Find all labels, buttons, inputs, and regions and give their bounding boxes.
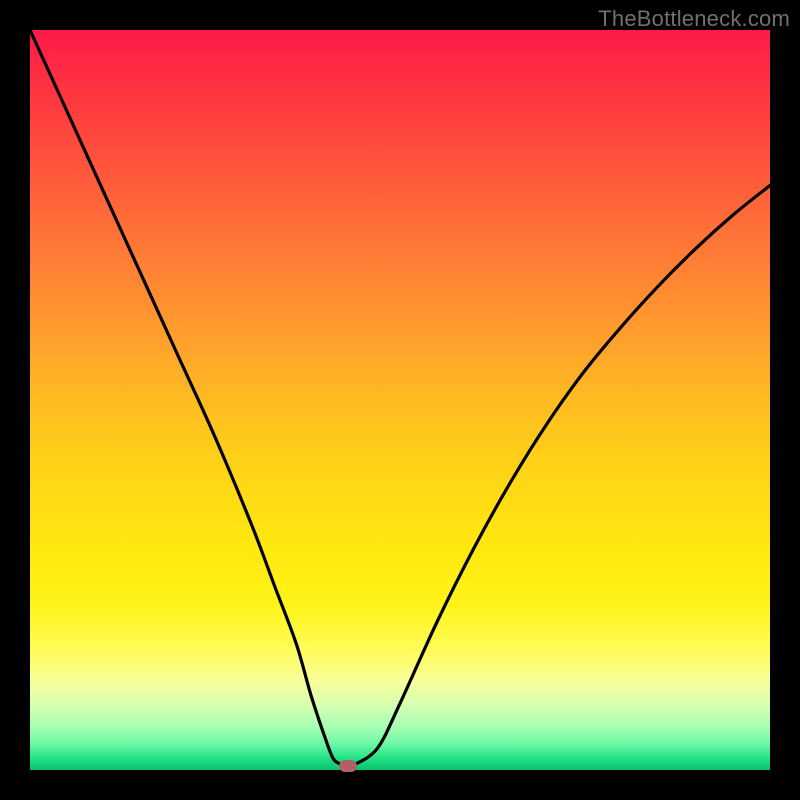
optimal-point-marker [339,760,357,772]
plot-area [30,30,770,770]
watermark-text: TheBottleneck.com [598,6,790,32]
bottleneck-curve [30,30,770,770]
chart-frame: TheBottleneck.com [0,0,800,800]
